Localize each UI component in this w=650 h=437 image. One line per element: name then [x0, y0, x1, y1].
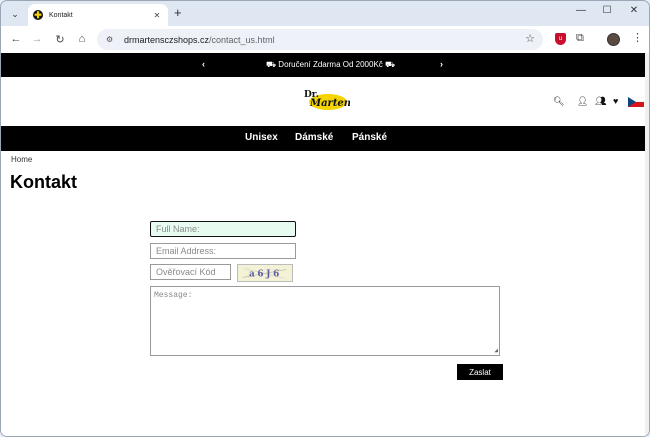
browser-window: ⌄ ✚ Kontakt ✕ + — ☐ ✕ ← → ↻ ⌂ ⚙ drmarten… — [0, 0, 650, 437]
bookmark-star-icon[interactable]: ☆ — [525, 32, 535, 45]
nav-panske[interactable]: Pánské — [352, 132, 387, 143]
tab-kontakt[interactable]: ✚ Kontakt ✕ — [28, 4, 168, 26]
search-icon[interactable]: 🔍︎ — [553, 96, 564, 107]
close-window-icon[interactable]: ✕ — [626, 5, 642, 16]
verification-code-input[interactable]: Ověřovací Kód — [150, 264, 231, 280]
favicon-icon: ✚ — [33, 10, 43, 20]
logo-line2: Martens — [309, 98, 350, 109]
home-icon[interactable]: ⌂ — [75, 32, 89, 46]
tab-title: Kontakt — [49, 11, 73, 19]
promo-next-icon[interactable]: › — [440, 59, 443, 69]
ublock-extension-icon[interactable]: u — [555, 33, 566, 45]
czech-flag-icon[interactable] — [628, 97, 644, 107]
message-textarea[interactable]: Message: ◢ — [150, 286, 500, 356]
page-title: Kontakt — [10, 172, 77, 192]
submit-button[interactable]: Zaslat — [457, 364, 503, 380]
captcha-image: a6J6 — [237, 264, 293, 282]
nav-unisex[interactable]: Unisex — [245, 132, 278, 143]
full-name-input[interactable]: Full Name: — [150, 221, 296, 237]
promo-prev-icon[interactable]: ‹ — [202, 59, 205, 69]
promo-text: ⛟ Doručení Zdarma Od 2000Kč ⛟ — [266, 60, 396, 69]
tab-search-icon[interactable]: ⌄ — [6, 6, 24, 22]
toolbar: ← → ↻ ⌂ ⚙ drmartensczshops.cz/contact_us… — [1, 26, 649, 53]
url-host: drmartensczshops.cz — [124, 34, 210, 45]
nav-damske[interactable]: Dámské — [295, 132, 333, 143]
menu-icon[interactable]: ⋮ — [632, 31, 643, 44]
reload-icon[interactable]: ↻ — [53, 32, 67, 46]
profile-avatar[interactable] — [607, 33, 620, 46]
tab-close-icon[interactable]: ✕ — [150, 11, 164, 20]
wishlist-heart-icon[interactable]: ♥ — [613, 96, 618, 106]
web-page: ‹ ⛟ Doručení Zdarma Od 2000Kč ⛟ › Dr. Ma… — [1, 53, 649, 436]
register-icon[interactable]: 👥︎ — [595, 96, 606, 107]
extensions-icon[interactable]: ⧉ — [576, 32, 584, 45]
back-icon[interactable]: ← — [9, 32, 23, 46]
forward-icon[interactable]: → — [30, 32, 44, 46]
captcha-text: a6J6 — [249, 270, 282, 280]
account-icon[interactable]: 👤︎ — [577, 96, 588, 107]
minimize-icon[interactable]: — — [573, 5, 589, 16]
new-tab-button[interactable]: + — [174, 6, 182, 20]
dr-martens-logo[interactable]: Dr. Martens — [302, 87, 350, 113]
url-path: /contact_us.html — [209, 34, 275, 45]
url-text: drmartensczshops.cz/contact_us.html — [124, 35, 275, 45]
page-scrollbar[interactable] — [645, 53, 649, 436]
promo-bar: ‹ ⛟ Doručení Zdarma Od 2000Kč ⛟ › — [1, 53, 649, 77]
tab-strip: ⌄ ✚ Kontakt ✕ + — ☐ ✕ — [1, 1, 649, 26]
message-placeholder: Message: — [154, 291, 193, 300]
breadcrumb[interactable]: Home — [11, 155, 32, 164]
main-navigation: Unisex Dámské Pánské — [1, 126, 649, 151]
email-input[interactable]: Email Address: — [150, 243, 296, 259]
address-bar[interactable]: ⚙ drmartensczshops.cz/contact_us.html ☆ — [97, 29, 543, 50]
site-info-icon[interactable]: ⚙ — [106, 35, 116, 44]
site-header: Dr. Martens 🔍︎ 👤︎ 👥︎ ♥ — [1, 77, 649, 126]
maximize-icon[interactable]: ☐ — [599, 5, 615, 16]
resize-handle-icon[interactable]: ◢ — [494, 347, 498, 354]
